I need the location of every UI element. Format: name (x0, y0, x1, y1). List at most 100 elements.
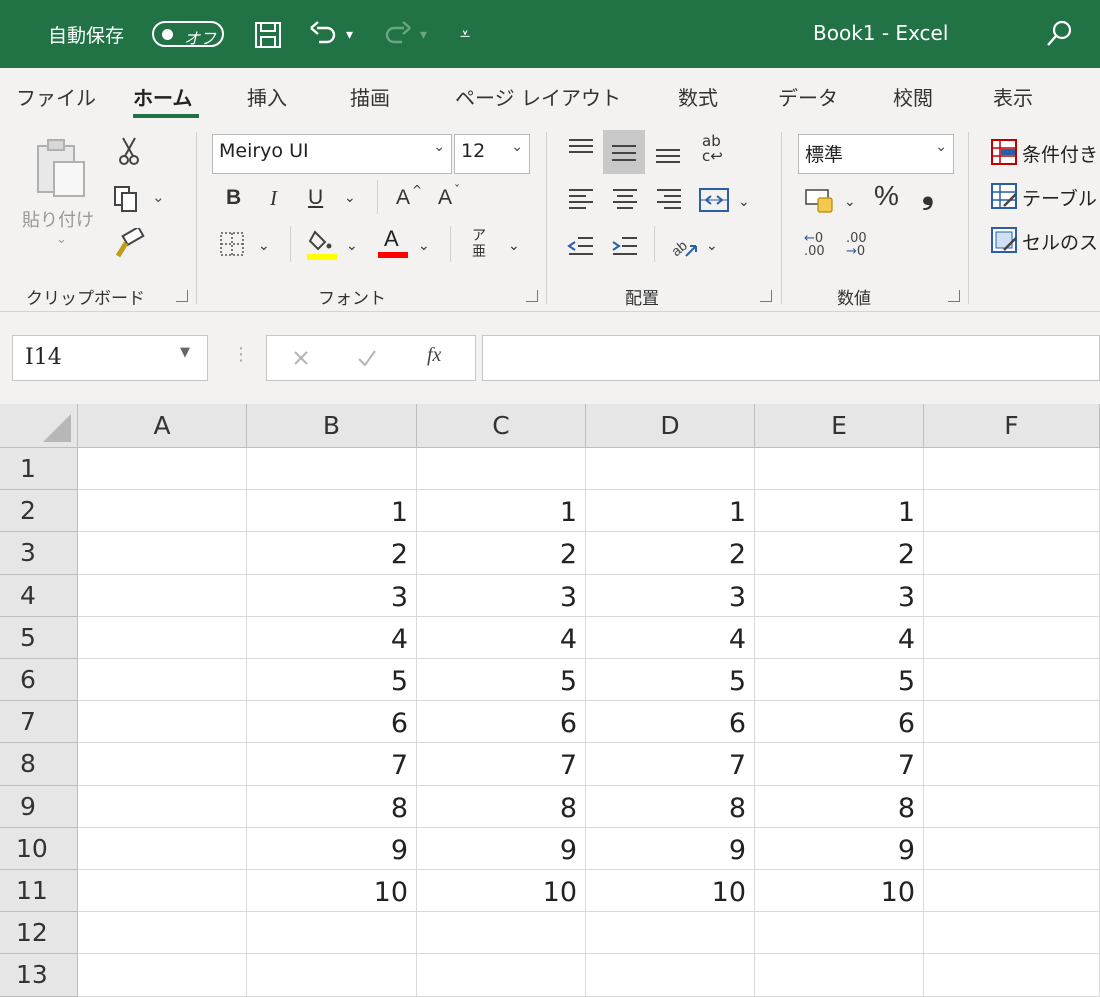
increase-font-size-button[interactable]: A (396, 184, 410, 212)
cell-e5[interactable]: 4 (755, 616, 924, 659)
name-box[interactable]: I14 (12, 335, 208, 381)
cell-styles-label[interactable]: セルのス (1022, 228, 1098, 255)
align-right-icon[interactable] (654, 186, 684, 216)
cell-b13[interactable] (247, 954, 417, 997)
cell-f1[interactable] (924, 448, 1100, 491)
decrease-font-size-button[interactable]: A (438, 184, 452, 212)
cell-e8[interactable]: 7 (755, 743, 924, 786)
conditional-formatting-icon[interactable] (990, 138, 1018, 170)
percent-button[interactable]: % (874, 182, 899, 210)
row-header-1[interactable]: 1 (0, 448, 78, 491)
cell-c10[interactable]: 9 (417, 827, 586, 870)
cell-c13[interactable] (417, 954, 586, 997)
cell-d9[interactable]: 8 (586, 785, 755, 828)
cell-c5[interactable]: 4 (417, 616, 586, 659)
tab-view[interactable]: 表示 (993, 82, 1033, 111)
cell-a11[interactable] (78, 870, 247, 913)
cancel-icon[interactable] (289, 346, 313, 374)
cell-e7[interactable]: 6 (755, 701, 924, 744)
decrease-indent-icon[interactable] (566, 234, 596, 264)
column-header-a[interactable]: A (78, 404, 247, 448)
cell-f13[interactable] (924, 954, 1100, 997)
cell-d6[interactable]: 5 (586, 659, 755, 702)
cell-e1[interactable] (755, 448, 924, 491)
cell-d5[interactable]: 4 (586, 616, 755, 659)
cell-a1[interactable] (78, 448, 247, 491)
tab-page-layout[interactable]: ページ レイアウト (455, 82, 621, 111)
undo-icon[interactable] (307, 20, 339, 50)
align-bottom-icon[interactable] (653, 142, 683, 170)
cell-c1[interactable] (417, 448, 586, 491)
cell-b10[interactable]: 9 (247, 827, 417, 870)
underline-dropdown-icon[interactable]: ⌄ (344, 184, 356, 212)
column-header-b[interactable]: B (247, 404, 417, 448)
tab-data[interactable]: データ (778, 82, 838, 111)
cell-a6[interactable] (78, 659, 247, 702)
cell-f2[interactable] (924, 490, 1100, 533)
orientation-icon[interactable]: ab (668, 230, 700, 264)
cell-c11[interactable]: 10 (417, 870, 586, 913)
cut-icon[interactable] (118, 136, 140, 170)
cell-e4[interactable]: 3 (755, 574, 924, 617)
comma-style-button[interactable]: ❟ (922, 179, 934, 209)
cell-a8[interactable] (78, 743, 247, 786)
increase-indent-icon[interactable] (610, 234, 640, 264)
wrap-text-icon[interactable]: ab c↩ (702, 134, 723, 164)
tab-draw[interactable]: 描画 (350, 82, 390, 111)
decrease-decimal-icon[interactable]: .00 →0 (846, 232, 867, 258)
redo-icon[interactable] (382, 20, 414, 50)
cell-a7[interactable] (78, 701, 247, 744)
accounting-format-icon[interactable] (804, 186, 836, 218)
increase-decimal-icon[interactable]: ←0.00 (804, 232, 825, 258)
number-launcher-icon[interactable] (948, 290, 960, 302)
cell-b3[interactable]: 2 (247, 532, 417, 575)
cell-a12[interactable] (78, 912, 247, 955)
copy-icon[interactable] (112, 184, 142, 218)
cell-b7[interactable]: 6 (247, 701, 417, 744)
cell-b6[interactable]: 5 (247, 659, 417, 702)
number-format-select[interactable]: 標準 ⌄ (798, 134, 954, 174)
row-header-3[interactable]: 3 (0, 532, 78, 575)
column-header-c[interactable]: C (417, 404, 586, 448)
row-header-6[interactable]: 6 (0, 659, 78, 702)
alignment-launcher-icon[interactable] (760, 290, 772, 302)
tab-insert[interactable]: 挿入 (247, 82, 287, 111)
autosave-toggle[interactable]: オフ (152, 21, 224, 48)
customize-qat-icon[interactable]: ⩡ (460, 20, 470, 50)
row-header-11[interactable]: 11 (0, 870, 78, 913)
align-top-icon[interactable] (566, 136, 596, 164)
font-name-select[interactable]: Meiryo UI ⌄ (212, 134, 452, 174)
cell-f6[interactable] (924, 659, 1100, 702)
phonetic-dropdown-icon[interactable]: ⌄ (508, 232, 520, 260)
border-icon[interactable] (218, 230, 246, 262)
cell-f11[interactable] (924, 870, 1100, 913)
row-header-8[interactable]: 8 (0, 743, 78, 786)
cell-b8[interactable]: 7 (247, 743, 417, 786)
cell-f7[interactable] (924, 701, 1100, 744)
cell-d4[interactable]: 3 (586, 574, 755, 617)
cell-d3[interactable]: 2 (586, 532, 755, 575)
cell-a10[interactable] (78, 827, 247, 870)
column-header-d[interactable]: D (586, 404, 755, 448)
cell-f10[interactable] (924, 827, 1100, 870)
cell-e3[interactable]: 2 (755, 532, 924, 575)
cell-b9[interactable]: 8 (247, 785, 417, 828)
cell-c8[interactable]: 7 (417, 743, 586, 786)
cell-b1[interactable] (247, 448, 417, 491)
row-header-13[interactable]: 13 (0, 954, 78, 997)
name-box-dropdown-icon[interactable]: ▼ (180, 345, 190, 360)
select-all-button[interactable] (0, 404, 78, 448)
cell-a5[interactable] (78, 616, 247, 659)
cell-c7[interactable]: 6 (417, 701, 586, 744)
save-icon[interactable] (253, 20, 283, 50)
border-dropdown-icon[interactable]: ⌄ (258, 232, 270, 260)
cell-f3[interactable] (924, 532, 1100, 575)
format-painter-icon[interactable] (114, 225, 146, 264)
row-header-5[interactable]: 5 (0, 616, 78, 659)
clipboard-launcher-icon[interactable] (176, 290, 188, 302)
cell-c3[interactable]: 2 (417, 532, 586, 575)
cell-c4[interactable]: 3 (417, 574, 586, 617)
format-as-table-icon[interactable] (990, 182, 1018, 214)
merge-center-icon[interactable] (698, 186, 730, 218)
cell-b5[interactable]: 4 (247, 616, 417, 659)
